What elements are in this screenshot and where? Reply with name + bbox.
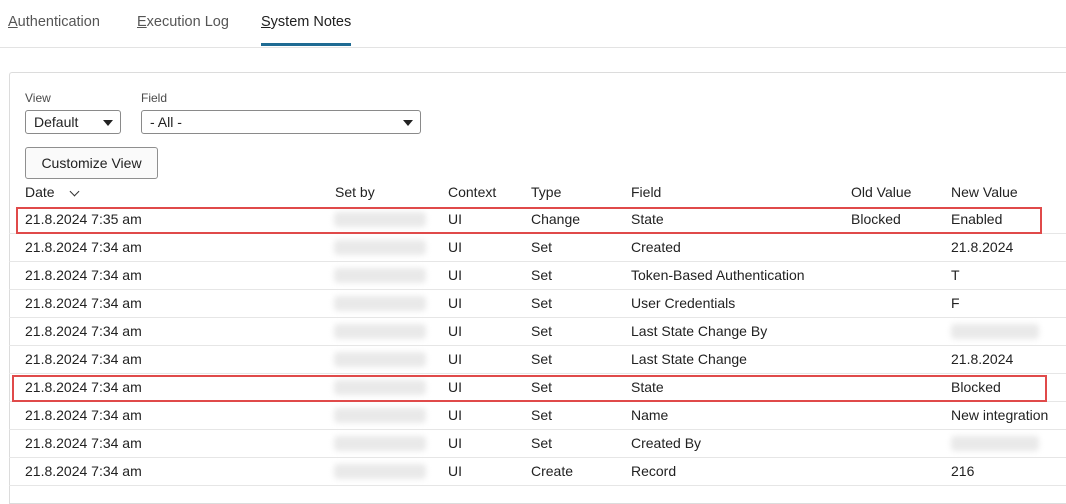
- cell-date: 21.8.2024 7:34 am: [25, 463, 142, 479]
- cell-context: UI: [448, 435, 462, 451]
- highlight-box: [16, 207, 1042, 234]
- cell-type: Set: [531, 435, 553, 451]
- cell-type: Set: [531, 295, 553, 311]
- cell-new-value: 21.8.2024: [951, 351, 1014, 367]
- cell-date: 21.8.2024 7:34 am: [25, 267, 142, 283]
- redacted-user-name: [334, 352, 426, 367]
- chevron-down-icon: [103, 120, 113, 126]
- cell-context: UI: [448, 295, 462, 311]
- cell-context: UI: [448, 267, 462, 283]
- cell-context: UI: [448, 323, 462, 339]
- cell-date: 21.8.2024 7:34 am: [25, 323, 142, 339]
- redacted-user-name: [334, 408, 426, 423]
- redacted-user-name: [334, 464, 426, 479]
- cell-field: Last State Change: [631, 351, 747, 367]
- cell-field: Name: [631, 407, 669, 423]
- redacted-user-name: [334, 268, 426, 283]
- redacted-user-name: [951, 324, 1039, 339]
- redacted-user-name: [951, 436, 1039, 451]
- redacted-user-name: [334, 436, 426, 451]
- column-header-new-value[interactable]: New Value: [951, 184, 1018, 200]
- cell-field: User Credentials: [631, 295, 736, 311]
- cell-context: UI: [448, 407, 462, 423]
- column-header-field[interactable]: Field: [631, 184, 661, 200]
- cell-date: 21.8.2024 7:34 am: [25, 435, 142, 451]
- field-label: Field: [141, 91, 168, 105]
- table-row[interactable]: 21.8.2024 7:34 am UI Set Last State Change 2…: [9, 346, 1066, 374]
- cell-new-value: 216: [951, 463, 975, 479]
- table-row[interactable]: 21.8.2024 7:34 am UI Set Created 21.8.2024: [9, 234, 1066, 262]
- cell-new-value: T: [951, 267, 960, 283]
- column-header-date[interactable]: Date: [25, 184, 55, 200]
- column-header-context[interactable]: Context: [448, 184, 496, 200]
- cell-field: Created: [631, 239, 681, 255]
- cell-field: Last State Change By: [631, 323, 768, 339]
- table-row[interactable]: 21.8.2024 7:34 am UI Create Record 216: [9, 458, 1066, 486]
- cell-new-value: New integration: [951, 407, 1049, 423]
- cell-type: Create: [531, 463, 574, 479]
- cell-date: 21.8.2024 7:34 am: [25, 407, 142, 423]
- redacted-user-name: [334, 240, 426, 255]
- cell-field: Created By: [631, 435, 702, 451]
- active-tab-indicator: [261, 43, 351, 46]
- view-label: View: [25, 91, 51, 105]
- field-select[interactable]: - All -: [141, 110, 421, 134]
- table-row[interactable]: 21.8.2024 7:34 am UI Set Created By: [9, 430, 1066, 458]
- cell-type: Set: [531, 351, 553, 367]
- cell-field: Record: [631, 463, 677, 479]
- cell-type: Set: [531, 267, 553, 283]
- customize-view-button[interactable]: Customize View: [25, 147, 158, 179]
- cell-context: UI: [448, 239, 462, 255]
- cell-field: Token-Based Authentication: [631, 267, 805, 283]
- cell-new-value: F: [951, 295, 960, 311]
- cell-type: Set: [531, 239, 553, 255]
- view-select[interactable]: Default: [25, 110, 121, 134]
- cell-date: 21.8.2024 7:34 am: [25, 351, 142, 367]
- cell-new-value: 21.8.2024: [951, 239, 1014, 255]
- cell-date: 21.8.2024 7:34 am: [25, 239, 142, 255]
- column-header-old-value[interactable]: Old Value: [851, 184, 911, 200]
- cell-type: Set: [531, 323, 553, 339]
- cell-date: 21.8.2024 7:34 am: [25, 295, 142, 311]
- highlight-box: [12, 375, 1047, 402]
- tab-authentication[interactable]: Authentication: [8, 14, 100, 30]
- cell-context: UI: [448, 463, 462, 479]
- table-row[interactable]: 21.8.2024 7:34 am UI Set User Credentials F: [9, 290, 1066, 318]
- column-header-type[interactable]: Type: [531, 184, 561, 200]
- table-row[interactable]: 21.8.2024 7:34 am UI Set Token-Based Authen…: [9, 262, 1066, 290]
- table-row[interactable]: 21.8.2024 7:34 am UI Set Name New integratio…: [9, 402, 1066, 430]
- chevron-down-icon: [403, 120, 413, 126]
- tab-bar: Authentication Execution Log System Note…: [0, 0, 1066, 48]
- cell-type: Set: [531, 407, 553, 423]
- redacted-user-name: [334, 324, 426, 339]
- cell-context: UI: [448, 351, 462, 367]
- tab-execution-log[interactable]: Execution Log: [137, 14, 229, 30]
- redacted-user-name: [334, 296, 426, 311]
- column-header-set-by[interactable]: Set by: [335, 184, 375, 200]
- tab-system-notes[interactable]: System Notes: [261, 14, 351, 30]
- table-row[interactable]: 21.8.2024 7:34 am UI Set Last State Change …: [9, 318, 1066, 346]
